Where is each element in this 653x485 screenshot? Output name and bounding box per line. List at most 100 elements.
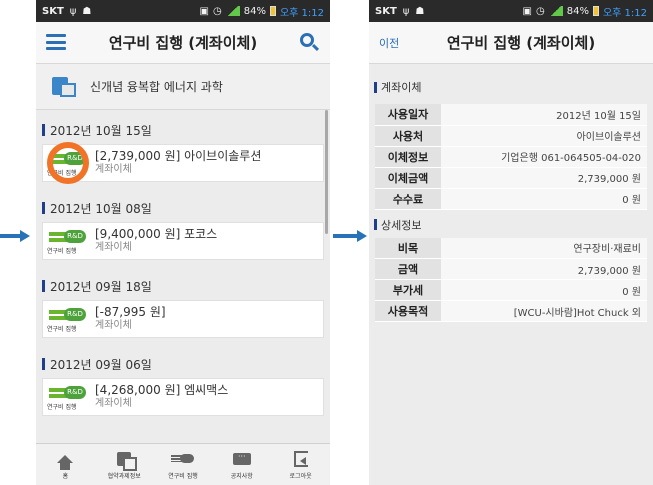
bottom-navigation: 홈 협약과제정보 연구비 집행 ··· 공지사항 로그아웃 [36, 443, 330, 485]
row-value: 2,739,000 원 [441, 167, 647, 189]
home-icon [57, 454, 74, 470]
page-title: 연구비 집행 (계좌이체) [446, 34, 596, 52]
page-title: 연구비 집행 (계좌이체) [108, 34, 258, 52]
nav-label: 협약과제정보 [107, 472, 141, 480]
battery-icon [592, 6, 599, 16]
menu-icon[interactable] [46, 34, 66, 50]
nav-project-info[interactable]: 협약과제정보 [95, 444, 154, 485]
nav-label: 홈 [62, 472, 69, 480]
notice-icon: ··· [232, 452, 251, 465]
row-value: [WCU-시바람]Hot Chuck 외 [441, 300, 647, 322]
sim-icon: ▣ [522, 5, 532, 17]
date-header: 2012년 09월 06일 [36, 350, 330, 378]
nav-expense[interactable]: 연구비 집행 [154, 444, 213, 485]
row-value: 아이브이솔루션 [441, 125, 647, 147]
table-row: 금액 2,739,000 원 [375, 258, 647, 280]
alarm-icon: ◷ [535, 5, 545, 17]
rnd-icon [171, 454, 195, 463]
nav-label: 공지사항 [230, 472, 253, 480]
carrier-label: SKT [42, 5, 64, 17]
row-key: 부가세 [375, 279, 441, 301]
app-header: 이전 연구비 집행 (계좌이체) [369, 22, 653, 64]
sim-icon: ▣ [199, 5, 209, 17]
scrollbar[interactable] [325, 110, 328, 234]
rnd-icon: R&D 연구비 집행 [47, 383, 89, 411]
transaction-amount: [-87,995 원] [95, 305, 166, 319]
status-bar: SKT ψ ☗ ▣ ◷ 84% 오후 1:12 [369, 0, 653, 22]
row-key: 이체정보 [375, 146, 441, 168]
middle-arrow [333, 230, 367, 242]
row-value: 2,739,000 원 [441, 258, 647, 280]
row-value: 기업은행 061-064505-04-020 [441, 146, 647, 168]
table-row: 사용목적 [WCU-시바람]Hot Chuck 외 [375, 300, 647, 322]
transaction-amount: [4,268,000 원] 엠씨맥스 [95, 383, 229, 397]
transaction-item[interactable]: R&D 연구비 집행 [2,739,000 원] 아이브이솔루션 계좌이체 [42, 142, 324, 184]
back-button[interactable]: 이전 [375, 32, 403, 54]
row-key: 수수료 [375, 188, 441, 210]
row-key: 비목 [375, 237, 441, 259]
date-header: 2012년 10월 08일 [36, 194, 330, 222]
transfer-table: 사용일자 2012년 10월 15일 사용처 아이브이솔루션 이체정보 기업은행 06… [375, 104, 647, 210]
row-key: 금액 [375, 258, 441, 280]
table-row: 비목 연구장비·재료비 [375, 237, 647, 259]
transaction-item[interactable]: R&D 연구비 집행 [9,400,000 원] 포코스 계좌이체 [42, 222, 324, 260]
document-icon [117, 451, 138, 471]
row-key: 사용처 [375, 125, 441, 147]
table-row: 사용처 아이브이솔루션 [375, 125, 647, 147]
table-row: 이체금액 2,739,000 원 [375, 167, 647, 189]
row-value: 연구장비·재료비 [441, 237, 647, 259]
rnd-icon: R&D 연구비 집행 [47, 227, 89, 255]
row-value: 0 원 [441, 279, 647, 301]
date-header: 2012년 10월 15일 [36, 116, 330, 144]
rnd-icon: R&D 연구비 집행 [47, 305, 89, 333]
battery-label: 84% [243, 5, 266, 17]
transaction-amount: [9,400,000 원] 포코스 [95, 227, 218, 241]
app-header: 연구비 집행 (계좌이체) [36, 22, 330, 64]
row-value: 2012년 10월 15일 [441, 104, 647, 126]
nav-notice[interactable]: ··· 공지사항 [212, 444, 271, 485]
battery-label: 84% [566, 5, 589, 17]
row-value: 0 원 [441, 188, 647, 210]
transaction-amount: [2,739,000 원] 아이브이솔루션 [95, 149, 262, 163]
table-row: 수수료 0 원 [375, 188, 647, 210]
project-name: 신개념 융복합 에너지 과학 [90, 80, 223, 94]
left-phone-screen: SKT ψ ☗ ▣ ◷ 84% 오후 1:12 연구비 집행 (계좌이체) 신개… [36, 0, 330, 485]
detail-table: 비목 연구장비·재료비 금액 2,739,000 원 부가세 0 원 사용목적 [WCU… [375, 237, 647, 322]
search-icon[interactable] [298, 31, 322, 55]
logout-icon [293, 450, 308, 467]
section-title-detail: 상세정보 [369, 214, 653, 236]
date-header: 2012년 09월 18일 [36, 272, 330, 300]
transaction-item[interactable]: R&D 연구비 집행 [4,268,000 원] 엠씨맥스 계좌이체 [42, 378, 324, 416]
nav-label: 연구비 집행 [168, 472, 198, 480]
project-document-icon [52, 76, 76, 97]
transaction-item[interactable]: R&D 연구비 집행 [-87,995 원] 계좌이체 [42, 300, 324, 338]
clock-label: 오후 1:12 [602, 7, 647, 19]
clock-label: 오후 1:12 [279, 7, 324, 19]
project-header: 신개념 융복합 에너지 과학 [36, 64, 330, 110]
transaction-type: 계좌이체 [95, 320, 132, 331]
usb-icon: ψ [69, 5, 77, 17]
table-row: 부가세 0 원 [375, 279, 647, 301]
transaction-type: 계좌이체 [95, 164, 132, 175]
left-arrow [0, 230, 30, 242]
table-row: 사용일자 2012년 10월 15일 [375, 104, 647, 126]
section-title-transfer: 계좌이체 [369, 76, 653, 98]
status-bar: SKT ψ ☗ ▣ ◷ 84% 오후 1:12 [36, 0, 330, 22]
nav-logout[interactable]: 로그아웃 [271, 444, 330, 485]
battery-icon [269, 6, 276, 16]
transaction-type: 계좌이체 [95, 398, 132, 409]
transaction-type: 계좌이체 [95, 242, 132, 253]
signal-icon [548, 6, 563, 16]
signal-icon [225, 6, 240, 16]
carrier-label: SKT [375, 5, 397, 17]
android-icon: ☗ [415, 5, 425, 17]
nav-home[interactable]: 홈 [36, 444, 95, 485]
row-key: 이체금액 [375, 167, 441, 189]
table-row: 이체정보 기업은행 061-064505-04-020 [375, 146, 647, 168]
row-key: 사용일자 [375, 104, 441, 126]
row-key: 사용목적 [375, 300, 441, 322]
android-icon: ☗ [82, 5, 92, 17]
alarm-icon: ◷ [212, 5, 222, 17]
right-phone-screen: SKT ψ ☗ ▣ ◷ 84% 오후 1:12 이전 연구비 집행 (계좌이체)… [369, 0, 653, 485]
highlight-circle [47, 142, 89, 184]
